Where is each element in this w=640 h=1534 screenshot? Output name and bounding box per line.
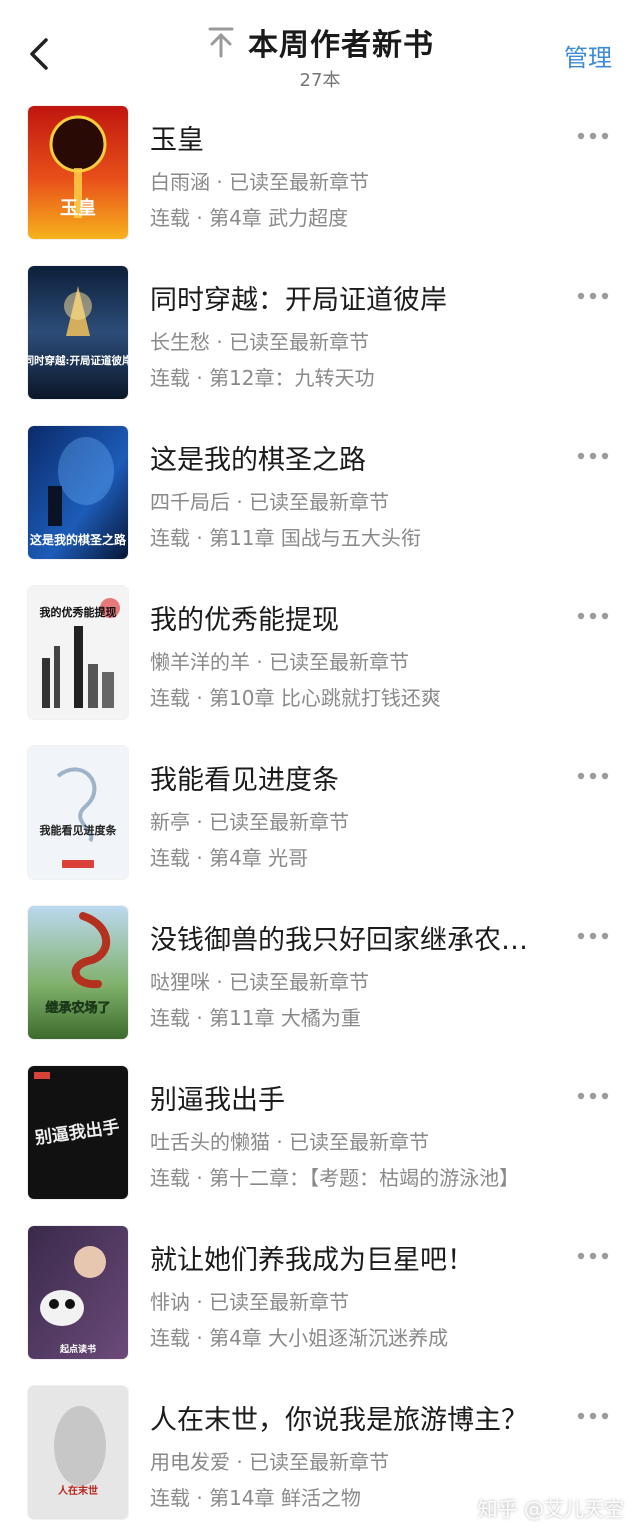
book-cover[interactable]: 人在末世 <box>28 1386 128 1519</box>
book-title: 同时穿越：开局证道彼岸 <box>150 285 447 316</box>
book-cover[interactable]: 这是我的棋圣之路 <box>28 426 128 559</box>
book-title: 我的优秀能提现 <box>150 605 339 636</box>
cover-title: 起点读书 <box>59 1343 96 1355</box>
chapter-line: 连载 · 第12章：九转天功 <box>150 366 375 390</box>
list-item[interactable]: 别逼我出手 别逼我出手 吐舌头的懒猫 · 已读至最新章节 连载 · 第十二章：【… <box>0 1052 640 1212</box>
cover-title: 继承农场了 <box>45 1000 110 1016</box>
list-item[interactable]: 玉皇 玉皇 白雨涵 · 已读至最新章节 连载 · 第4章 武力超度 <box>0 92 640 252</box>
book-cover[interactable]: 玉皇 <box>28 106 128 239</box>
list-item[interactable]: 起点读书 就让她们养我成为巨星吧！ 悱讷 · 已读至最新章节 连载 · 第4章 … <box>0 1212 640 1372</box>
top-bar: 本周作者新书 27本 管理 <box>0 0 640 96</box>
list-item[interactable]: 我能看见进度条 我能看见进度条 新亭 · 已读至最新章节 连载 · 第4章 光哥 <box>0 732 640 892</box>
cover-title: 同时穿越:开局证道彼岸 <box>28 354 128 367</box>
book-list: 玉皇 玉皇 白雨涵 · 已读至最新章节 连载 · 第4章 武力超度 同时穿越:开… <box>0 92 640 1532</box>
book-title: 没钱御兽的我只好回家继承农… <box>150 925 528 956</box>
author-line: 用电发爱 · 已读至最新章节 <box>150 1450 390 1474</box>
more-icon[interactable] <box>576 930 610 942</box>
page-title: 本周作者新书 <box>248 28 434 63</box>
book-title: 我能看见进度条 <box>150 765 339 796</box>
book-cover[interactable]: 起点读书 <box>28 1226 128 1359</box>
book-title: 别逼我出手 <box>150 1085 285 1116</box>
book-title: 这是我的棋圣之路 <box>150 445 366 476</box>
cover-title: 我的优秀能提现 <box>40 605 117 619</box>
chapter-line: 连载 · 第十二章：【考题：枯竭的游泳池】 <box>150 1166 520 1190</box>
cover-title: 这是我的棋圣之路 <box>30 532 127 547</box>
book-cover[interactable]: 继承农场了 <box>28 906 128 1039</box>
book-title: 玉皇 <box>150 125 204 156</box>
list-item[interactable]: 继承农场了 没钱御兽的我只好回家继承农… 哒狸咪 · 已读至最新章节 连载 · … <box>0 892 640 1052</box>
chapter-line: 连载 · 第4章 大小姐逐渐沉迷养成 <box>150 1326 449 1350</box>
author-line: 四千局后 · 已读至最新章节 <box>150 490 390 514</box>
author-line: 哒狸咪 · 已读至最新章节 <box>150 970 370 994</box>
author-line: 新亭 · 已读至最新章节 <box>150 810 350 834</box>
more-icon[interactable] <box>576 1410 610 1422</box>
chapter-line: 连载 · 第4章 光哥 <box>150 846 309 870</box>
cover-title: 玉皇 <box>60 197 96 219</box>
cover-title: 我能看见进度条 <box>40 823 118 837</box>
cover-title: 人在末世 <box>58 1484 98 1497</box>
book-title: 人在末世，你说我是旅游博主？ <box>150 1405 528 1436</box>
list-item[interactable]: 这是我的棋圣之路 这是我的棋圣之路 四千局后 · 已读至最新章节 连载 · 第1… <box>0 412 640 572</box>
book-count: 27本 <box>299 70 341 91</box>
book-cover[interactable]: 我的优秀能提现 <box>28 586 128 719</box>
more-icon[interactable] <box>576 1250 610 1262</box>
author-line: 长生愁 · 已读至最新章节 <box>150 330 370 354</box>
more-icon[interactable] <box>576 770 610 782</box>
pin-top-icon[interactable] <box>206 25 236 59</box>
list-item[interactable]: 我的优秀能提现 我的优秀能提现 懒羊洋的羊 · 已读至最新章节 连载 · 第10… <box>0 572 640 732</box>
more-icon[interactable] <box>576 290 610 302</box>
author-line: 白雨涵 · 已读至最新章节 <box>150 170 370 194</box>
chapter-line: 连载 · 第11章 国战与五大头衔 <box>150 526 421 550</box>
manage-button[interactable]: 管理 <box>564 38 612 73</box>
book-cover[interactable]: 我能看见进度条 <box>28 746 128 879</box>
more-icon[interactable] <box>576 1090 610 1102</box>
chapter-line: 连载 · 第10章 比心跳就打钱还爽 <box>150 686 441 710</box>
book-cover[interactable]: 同时穿越:开局证道彼岸 <box>28 266 128 399</box>
list-item[interactable]: 同时穿越:开局证道彼岸 同时穿越：开局证道彼岸 长生愁 · 已读至最新章节 连载… <box>0 252 640 412</box>
more-icon[interactable] <box>576 130 610 142</box>
book-cover[interactable]: 别逼我出手 <box>28 1066 128 1199</box>
author-line: 吐舌头的懒猫 · 已读至最新章节 <box>150 1130 430 1154</box>
author-line: 懒羊洋的羊 · 已读至最新章节 <box>150 650 410 674</box>
watermark: 知乎 @艾儿天空 <box>477 1497 624 1521</box>
chapter-line: 连载 · 第11章 大橘为重 <box>150 1006 361 1030</box>
book-title: 就让她们养我成为巨星吧！ <box>150 1245 474 1276</box>
more-icon[interactable] <box>576 450 610 462</box>
more-icon[interactable] <box>576 610 610 622</box>
author-line: 悱讷 · 已读至最新章节 <box>150 1290 350 1314</box>
chapter-line: 连载 · 第4章 武力超度 <box>150 206 349 230</box>
